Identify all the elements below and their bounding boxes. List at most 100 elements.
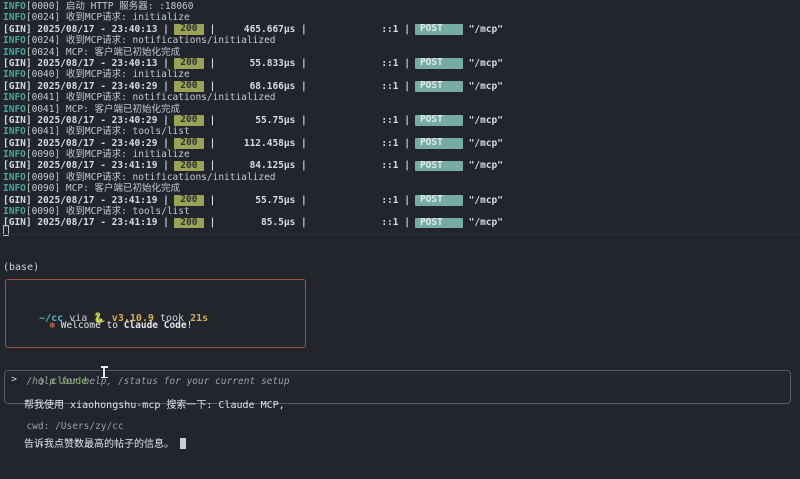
info-log-line: INFO[0040] 收到MCP请求: initialize	[3, 69, 800, 80]
gin-timestamp: [GIN] 2025/08/17 - 23:41:19 |	[3, 195, 169, 206]
separator: |	[399, 217, 410, 228]
method-badge: POST	[415, 24, 463, 35]
welcome-text: Welcome to	[55, 320, 124, 331]
gin-log-line: [GIN] 2025/08/17 - 23:41:19 |200 |85.5µs…	[3, 217, 800, 228]
log-message: [0090] 收到MCP请求: notifications/initialize…	[26, 172, 276, 183]
latency-value: 84.125µs	[215, 160, 295, 171]
status-badge: 200	[174, 24, 204, 35]
status-badge: 200	[174, 81, 204, 92]
request-path: "/mcp"	[463, 115, 503, 126]
request-path: "/mcp"	[463, 81, 503, 92]
latency-value: 55.833µs	[215, 58, 295, 69]
info-log-line: INFO[0041] 收到MCP请求: notifications/initia…	[3, 92, 800, 103]
log-message: [0040] 收到MCP请求: initialize	[26, 69, 190, 80]
separator: |	[204, 217, 215, 228]
separator: |	[399, 24, 410, 35]
request-path: "/mcp"	[463, 24, 503, 35]
separator: |	[295, 115, 312, 126]
info-log-line: INFO[0090] 收到MCP请求: notifications/initia…	[3, 172, 800, 183]
gin-timestamp: [GIN] 2025/08/17 - 23:40:29 |	[3, 138, 169, 149]
request-path: "/mcp"	[463, 195, 503, 206]
method-badge: POST	[415, 218, 463, 229]
separator: |	[204, 160, 215, 171]
input-text-line2: 告诉我点赞数最高的帖子的信息。	[24, 438, 784, 452]
log-level-tag: INFO	[3, 1, 26, 12]
method-badge: POST	[415, 58, 463, 69]
log-level-tag: INFO	[3, 92, 26, 103]
gin-timestamp: [GIN] 2025/08/17 - 23:41:19 |	[3, 160, 169, 171]
separator: |	[295, 138, 312, 149]
separator: |	[204, 115, 215, 126]
separator: |	[295, 58, 312, 69]
client-ip: ::1	[313, 138, 399, 149]
log-level-tag: INFO	[3, 47, 26, 58]
log-message: [0041] 收到MCP请求: notifications/initialize…	[26, 92, 276, 103]
log-message: [0090] MCP: 客户端已初始化完成	[26, 183, 180, 194]
log-message: [0024] 收到MCP请求: notifications/initialize…	[26, 35, 276, 46]
separator: |	[399, 81, 410, 92]
gin-timestamp: [GIN] 2025/08/17 - 23:41:19 |	[3, 217, 169, 228]
server-log-output: INFO[0000] 启动 HTTP 服务器: :18060INFO[0024]…	[3, 1, 800, 229]
status-badge: 200	[174, 138, 204, 149]
client-ip: ::1	[313, 24, 399, 35]
status-badge: 200	[174, 161, 204, 172]
separator: |	[204, 24, 215, 35]
log-level-tag: INFO	[3, 183, 26, 194]
client-ip: ::1	[313, 217, 399, 228]
gin-timestamp: [GIN] 2025/08/17 - 23:40:13 |	[3, 58, 169, 69]
separator: |	[204, 81, 215, 92]
method-badge: POST	[415, 138, 463, 149]
latency-value: 55.75µs	[215, 115, 295, 126]
log-level-tag: INFO	[3, 35, 26, 46]
input-text: 帮我使用 xiaohongshu-mcp 搜索一下: Claude MCP, 告…	[24, 374, 784, 400]
status-badge: 200	[174, 115, 204, 126]
welcome-line: ✻ Welcome to Claude Code!	[15, 309, 296, 342]
latency-value: 465.667µs	[215, 24, 295, 35]
mouse-cursor	[103, 366, 105, 378]
separator: |	[295, 24, 312, 35]
separator: |	[399, 115, 410, 126]
status-badge: 200	[174, 218, 204, 229]
welcome-product-name: Claude Code	[124, 320, 187, 331]
separator: |	[295, 195, 312, 206]
client-ip: ::1	[313, 195, 399, 206]
info-log-line: INFO[0090] MCP: 客户端已初始化完成	[3, 183, 800, 194]
log-message: [0090] 收到MCP请求: initialize	[26, 149, 190, 160]
separator: |	[399, 195, 410, 206]
gin-timestamp: [GIN] 2025/08/17 - 23:40:13 |	[3, 24, 169, 35]
gin-timestamp: [GIN] 2025/08/17 - 23:40:29 |	[3, 81, 169, 92]
info-log-line: INFO[0090] 收到MCP请求: initialize	[3, 149, 800, 160]
gin-log-line: [GIN] 2025/08/17 - 23:40:29 |200 |112.45…	[3, 138, 800, 149]
separator: |	[204, 58, 215, 69]
prompt-input-box[interactable]: > 帮我使用 xiaohongshu-mcp 搜索一下: Claude MCP,…	[4, 370, 791, 404]
method-badge: POST	[415, 81, 463, 92]
method-badge: POST	[415, 115, 463, 126]
log-message: [0041] MCP: 客户端已初始化完成	[26, 104, 180, 115]
info-log-line: INFO[0041] MCP: 客户端已初始化完成	[3, 104, 800, 115]
latency-value: 112.458µs	[215, 138, 295, 149]
info-log-line: INFO[0041] 收到MCP请求: tools/list	[3, 126, 800, 137]
section-divider	[0, 234, 800, 235]
claude-code-welcome-box: ✻ Welcome to Claude Code! /help for help…	[5, 279, 306, 348]
log-level-tag: INFO	[3, 149, 26, 160]
separator: |	[399, 58, 410, 69]
log-level-tag: INFO	[3, 126, 26, 137]
log-level-tag: INFO	[3, 12, 26, 23]
separator: |	[295, 81, 312, 92]
input-text-line1: 帮我使用 xiaohongshu-mcp 搜索一下: Claude MCP,	[24, 400, 784, 413]
client-ip: ::1	[313, 160, 399, 171]
separator: |	[399, 138, 410, 149]
latency-value: 68.166µs	[215, 81, 295, 92]
latency-value: 55.75µs	[215, 195, 295, 206]
log-message: [0000] 启动 HTTP 服务器: :18060	[26, 1, 194, 12]
info-log-line: INFO[0024] MCP: 客户端已初始化完成	[3, 47, 800, 58]
input-prompt-symbol: >	[11, 374, 17, 400]
request-path: "/mcp"	[463, 217, 503, 228]
gin-timestamp: [GIN] 2025/08/17 - 23:40:29 |	[3, 115, 169, 126]
info-log-line: INFO[0000] 启动 HTTP 服务器: :18060	[3, 1, 800, 12]
method-badge: POST	[415, 195, 463, 206]
gin-log-line: [GIN] 2025/08/17 - 23:41:19 |200 |55.75µ…	[3, 195, 800, 206]
separator: |	[204, 195, 215, 206]
welcome-suffix: !	[187, 320, 193, 331]
gin-log-line: [GIN] 2025/08/17 - 23:41:19 | 200 |84.125…	[3, 160, 800, 171]
